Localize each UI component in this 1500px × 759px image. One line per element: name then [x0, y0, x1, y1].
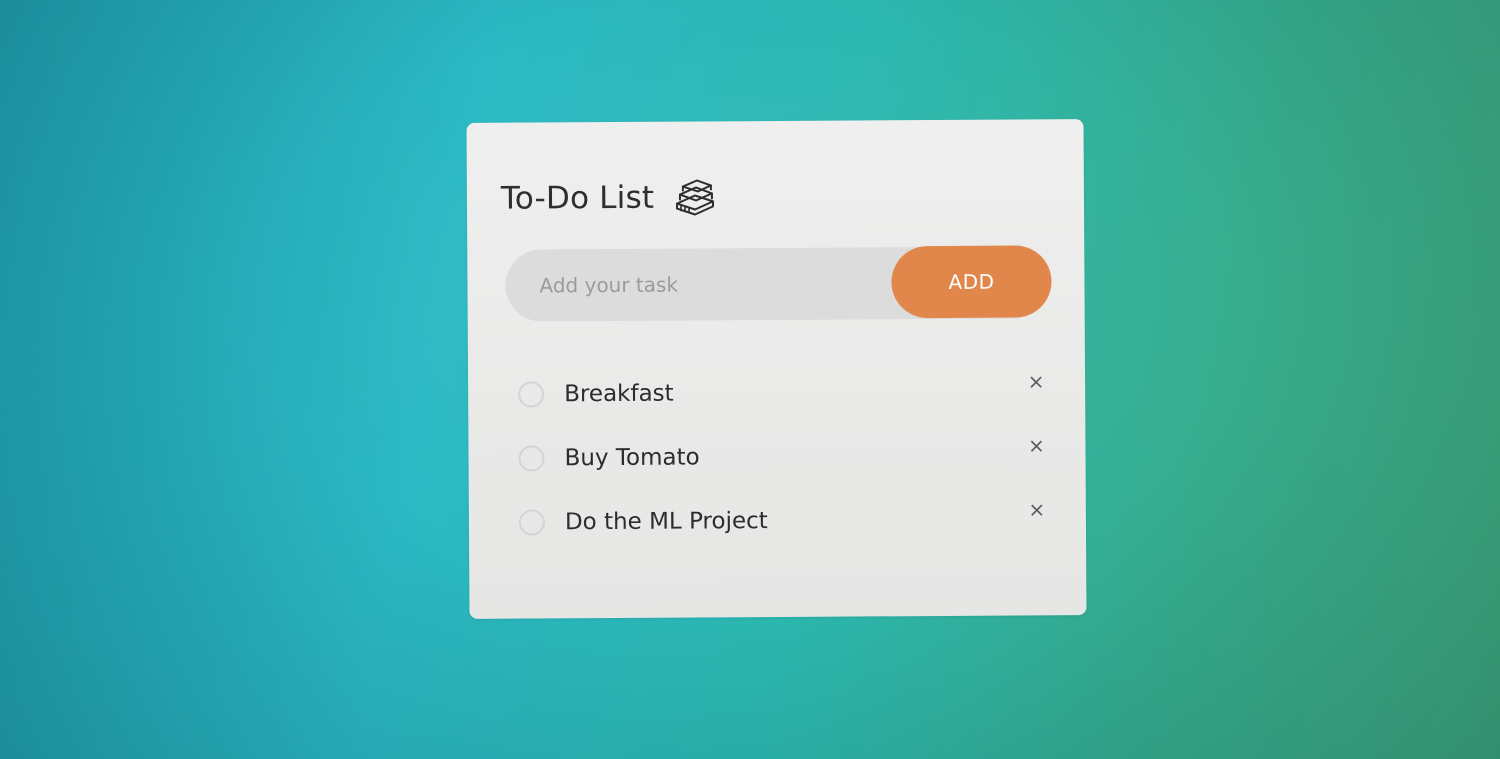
task-label[interactable]: Breakfast [564, 381, 674, 408]
list-item: Breakfast × [518, 359, 1048, 426]
task-label[interactable]: Do the ML Project [565, 508, 768, 535]
task-label[interactable]: Buy Tomato [564, 444, 699, 471]
task-input-row: ADD [505, 245, 1052, 322]
add-button[interactable]: ADD [891, 245, 1052, 319]
task-checkbox[interactable] [518, 445, 545, 472]
list-item: Do the ML Project × [518, 487, 1049, 554]
close-icon[interactable]: × [1024, 369, 1048, 393]
task-input[interactable] [505, 247, 886, 322]
task-list: Breakfast × Buy Tomato × Do the ML Proje… [518, 359, 1049, 554]
close-icon[interactable]: × [1025, 497, 1049, 521]
todo-card: To-Do List ADD Breakfast × [466, 119, 1087, 619]
page-title: To-Do List [500, 179, 655, 217]
header: To-Do List [500, 179, 717, 217]
task-checkbox[interactable] [518, 509, 546, 536]
books-stack-icon [671, 179, 717, 216]
list-item: Buy Tomato × [518, 423, 1048, 490]
task-checkbox[interactable] [518, 381, 545, 408]
close-icon[interactable]: × [1024, 433, 1048, 457]
